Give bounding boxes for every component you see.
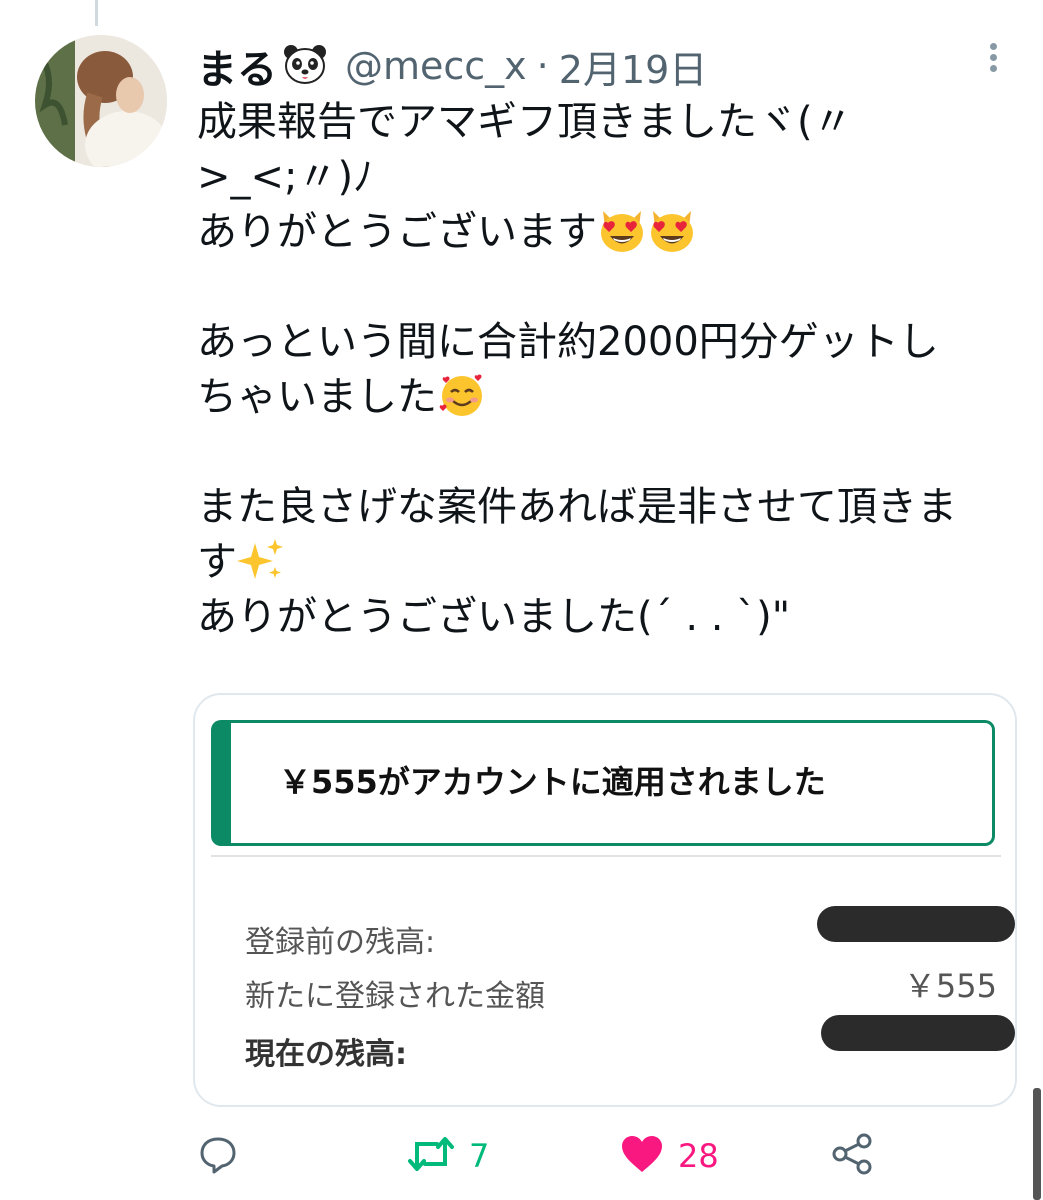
tweet-line: ありがとうございました(ˊ . . ˋ)" [197, 594, 791, 640]
more-options-icon[interactable] [980, 40, 1006, 76]
divider [211, 855, 1001, 857]
tweet-date[interactable]: 2月19日 [559, 39, 708, 94]
registered-amount-label: 新たに登録された金額 [245, 979, 545, 1014]
like-count: 28 [678, 1137, 719, 1175]
tweet-action-bar: 7 28 [0, 1128, 1043, 1184]
balance-before-label: 登録前の残高: [245, 925, 436, 960]
thread-connector-line [95, 0, 98, 26]
reply-button[interactable] [198, 1128, 252, 1184]
tweet-line: また良さげな案件あれば是非させて頂きま [197, 484, 957, 530]
share-icon [830, 1132, 874, 1180]
reply-icon [198, 1134, 238, 1178]
sparkles-icon [237, 537, 285, 598]
tweet-line: ありがとうございます [197, 205, 1012, 260]
tweet-header: まる @mecc_x · 2月19日 [197, 38, 707, 94]
retweet-icon [407, 1134, 455, 1178]
attached-image-card[interactable]: ￥555がアカウントに適用されました 登録前の残高: 新たに登録された金額 ￥5… [193, 693, 1017, 1107]
smiling-cat-heart-eyes-icon [647, 207, 697, 268]
tweet-line: あっという間に合計約2000円分ゲットし [197, 319, 939, 365]
panda-face-icon [283, 44, 327, 88]
smiling-cat-heart-eyes-icon [597, 207, 647, 268]
alert-title: ￥555がアカウントに適用されました [279, 763, 826, 801]
registered-amount-value: ￥555 [903, 967, 997, 1005]
tweet-line: ちゃいました [197, 370, 1012, 425]
user-handle[interactable]: @mecc_x [345, 44, 527, 88]
scrollbar[interactable] [1033, 1088, 1041, 1200]
redacted-current-balance [821, 1015, 1015, 1051]
separator-dot: · [536, 44, 549, 88]
retweet-button[interactable]: 7 [407, 1128, 489, 1184]
tweet-line-text: ちゃいました [197, 374, 437, 420]
tweet-line-text: ありがとうございます [197, 209, 597, 255]
success-alert: ￥555がアカウントに適用されました [211, 720, 995, 846]
avatar[interactable] [35, 35, 167, 167]
tweet-line: す [197, 535, 1012, 590]
retweet-count: 7 [469, 1137, 490, 1175]
tweet-body: 成果報告でアマギフ頂きましたヾ(〃 >_<;〃)ﾉ ありがとうございます あっと… [197, 95, 1012, 645]
redacted-balance-before [817, 906, 1015, 942]
tweet-line-text: す [197, 539, 237, 585]
share-button[interactable] [830, 1128, 874, 1184]
display-name[interactable]: まる [197, 37, 277, 95]
current-balance-label: 現在の残高: [245, 1037, 407, 1072]
like-button[interactable]: 28 [620, 1128, 719, 1184]
smiling-face-with-hearts-icon [437, 372, 487, 433]
tweet-line: 成果報告でアマギフ頂きましたヾ(〃 [197, 99, 853, 145]
heart-icon [620, 1134, 664, 1178]
tweet-line: >_<;〃)ﾉ [197, 154, 374, 200]
